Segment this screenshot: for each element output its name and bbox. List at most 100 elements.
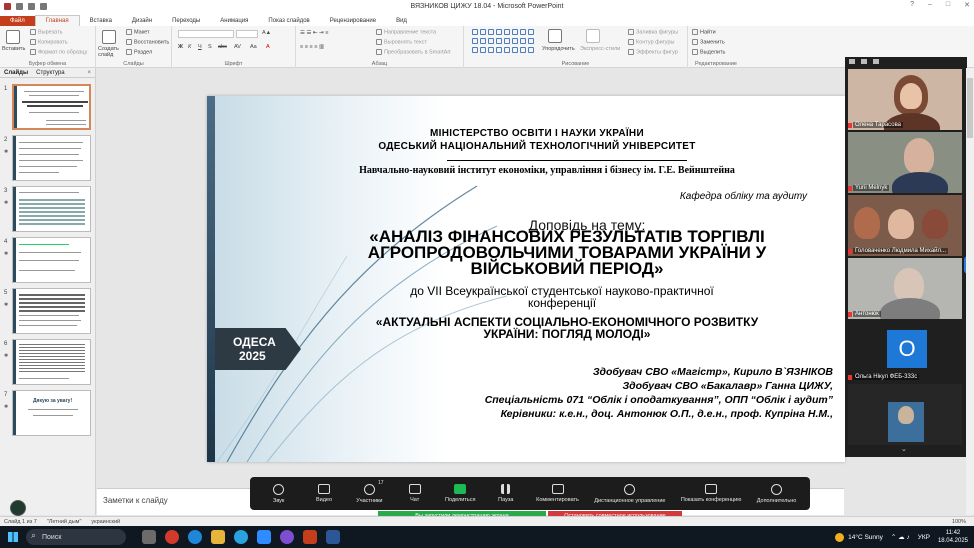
more-button[interactable]: Дополнительно <box>757 483 796 504</box>
tray-icons[interactable]: ⌃ ☁ ♪ <box>891 533 910 541</box>
italic-button[interactable]: К <box>188 44 191 50</box>
find-button[interactable]: Найти <box>692 29 716 35</box>
align-icon[interactable]: ≡ ≡ ≡ ≡ ▥ <box>300 44 324 50</box>
video-button[interactable]: Видео <box>309 484 339 503</box>
slide-thumbnail[interactable]: 3 ✱ <box>0 186 96 236</box>
scrollbar-thumb[interactable] <box>967 78 973 138</box>
spacing-button[interactable]: AV <box>234 44 241 50</box>
shapes-gallery[interactable] <box>472 29 534 55</box>
select-button[interactable]: Выделить <box>692 49 725 55</box>
bullets-icon[interactable]: ☰ ☰ ⇤ ⇥ ≡ <box>300 30 328 36</box>
copy-button[interactable]: Копировать <box>30 39 68 45</box>
tab-transitions[interactable]: Переходы <box>162 16 210 26</box>
tab-slideshow[interactable]: Показ слайдов <box>258 16 319 26</box>
task-view-icon[interactable] <box>142 530 156 544</box>
language-indicator[interactable]: украинский <box>91 519 120 525</box>
cut-button[interactable]: Вырезать <box>30 29 62 35</box>
paste-button[interactable]: Вставить <box>2 46 25 52</box>
arrange-button[interactable]: Упорядочить <box>542 46 575 52</box>
strike-button[interactable]: abc <box>218 44 227 50</box>
pause-button[interactable]: Пауза <box>491 484 521 503</box>
shadow-button[interactable]: S <box>208 44 212 50</box>
smartart-button[interactable]: Преобразовать в SmartArt <box>376 49 451 55</box>
font-name-field[interactable] <box>178 30 234 38</box>
underline-button[interactable]: Ч <box>198 44 202 50</box>
participant-tile[interactable]: Антонюк <box>848 258 962 319</box>
vertical-scrollbar[interactable] <box>966 68 974 515</box>
zoom-icon[interactable] <box>257 530 271 544</box>
show-conference-button[interactable]: Показать конференцию <box>680 484 742 503</box>
grid-icon[interactable] <box>873 59 879 64</box>
font-size-field[interactable] <box>236 30 258 38</box>
slide-canvas[interactable]: МІНІСТЕРСТВО ОСВІТИ І НАУКИ УКРАЇНИ ОДЕС… <box>207 96 845 462</box>
tab-outline-pane[interactable]: Структура <box>36 70 64 76</box>
new-slide-button[interactable]: Создать слайд <box>98 46 124 58</box>
shape-outline-button[interactable]: Контур фигуры <box>628 39 674 45</box>
viber-icon[interactable] <box>280 530 294 544</box>
remote-control-button[interactable]: Дистанционное управление <box>594 483 665 504</box>
grow-font-icon[interactable]: A▲ <box>262 30 271 36</box>
user-avatar-icon[interactable] <box>10 500 26 516</box>
participant-tile[interactable] <box>848 384 962 445</box>
edge-icon[interactable] <box>188 530 202 544</box>
participant-tile[interactable]: О Ольга Нікул ФЕБ-333с <box>848 321 962 382</box>
start-button[interactable] <box>0 526 26 548</box>
tab-home[interactable]: Главная <box>34 15 80 26</box>
tab-slides-pane[interactable]: Слайды <box>4 70 28 76</box>
file-explorer-icon[interactable] <box>211 530 225 544</box>
slide-thumbnail[interactable]: 2 ✱ <box>0 135 96 185</box>
shape-effects-button[interactable]: Эффекты фигур <box>628 49 678 55</box>
annotate-button[interactable]: Комментировать <box>536 484 579 503</box>
taskbar-search[interactable]: Поиск <box>26 529 126 545</box>
opera-icon[interactable] <box>165 530 179 544</box>
participants-button[interactable]: Участники <box>354 483 384 504</box>
close-pane-icon[interactable]: × <box>87 70 91 76</box>
section-button[interactable]: Раздел <box>126 49 152 55</box>
participant-tile[interactable]: Олена Тарасова <box>848 69 962 130</box>
case-button[interactable]: Aa <box>250 44 257 50</box>
word-icon[interactable] <box>326 530 340 544</box>
text-direction-button[interactable]: Направление текста <box>376 29 436 35</box>
align-text-button[interactable]: Выровнять текст <box>376 39 427 45</box>
weather-widget[interactable]: 14°C Sunny <box>835 532 883 542</box>
slide-editor[interactable]: МІНІСТЕРСТВО ОСВІТИ І НАУКИ УКРАЇНИ ОДЕС… <box>97 68 845 488</box>
zoom-level[interactable]: 100% <box>952 519 966 525</box>
tab-review[interactable]: Рецензирование <box>320 16 386 26</box>
telegram-icon[interactable] <box>234 530 248 544</box>
reset-button[interactable]: Восстановить <box>126 39 169 45</box>
slide-thumbnail[interactable]: 6 ✱ <box>0 339 96 389</box>
slide-thumbnail[interactable]: 5 ✱ <box>0 288 96 338</box>
share-button[interactable]: Поделиться <box>445 484 475 503</box>
audio-button[interactable]: Звук <box>264 483 294 504</box>
slide-thumbnail[interactable]: 7 ✱ Дякую за увагу! <box>0 390 96 440</box>
quick-styles-button[interactable]: Экспресс-стили <box>580 46 620 52</box>
close-button[interactable]: ✕ <box>964 1 970 9</box>
slide-thumbnail[interactable]: 4 ✱ <box>0 237 96 287</box>
clock[interactable]: 11:42 18.04.2025 <box>938 529 968 545</box>
keyboard-language[interactable]: УКР <box>918 534 930 541</box>
bold-button[interactable]: Ж <box>178 44 183 50</box>
powerpoint-icon[interactable] <box>303 530 317 544</box>
slide-thumbnail[interactable]: 1 <box>0 84 96 134</box>
help-button[interactable]: ? <box>910 1 914 9</box>
shape-fill-button[interactable]: Заливка фигуры <box>628 29 678 35</box>
tab-design[interactable]: Дизайн <box>122 16 162 26</box>
tab-file[interactable]: Файл <box>0 16 35 26</box>
minimize-video-icon[interactable] <box>849 59 855 64</box>
view-switch-icon[interactable] <box>861 59 867 64</box>
minimize-button[interactable]: – <box>928 1 932 9</box>
font-color-button[interactable]: A <box>266 44 270 50</box>
show-conference-label: Показать конференцию <box>680 497 742 503</box>
format-painter-button[interactable]: Формат по образцу <box>30 49 87 55</box>
participant-tile[interactable]: Yurii Melnyk <box>848 132 962 193</box>
tab-animation[interactable]: Анимация <box>210 16 258 26</box>
tab-insert[interactable]: Вставка <box>80 16 122 26</box>
scroll-down-icon[interactable]: ⌄ <box>901 445 907 453</box>
tab-view[interactable]: Вид <box>386 16 417 26</box>
maximize-button[interactable]: □ <box>946 1 950 9</box>
replace-button[interactable]: Заменить <box>692 39 725 45</box>
participant-tile[interactable]: Головаченко Людмила Михайл... <box>848 195 962 256</box>
chat-button[interactable]: Чат <box>400 484 430 503</box>
layout-button[interactable]: Макет <box>126 29 150 35</box>
notes-placeholder[interactable]: Заметки к слайду <box>103 496 168 505</box>
